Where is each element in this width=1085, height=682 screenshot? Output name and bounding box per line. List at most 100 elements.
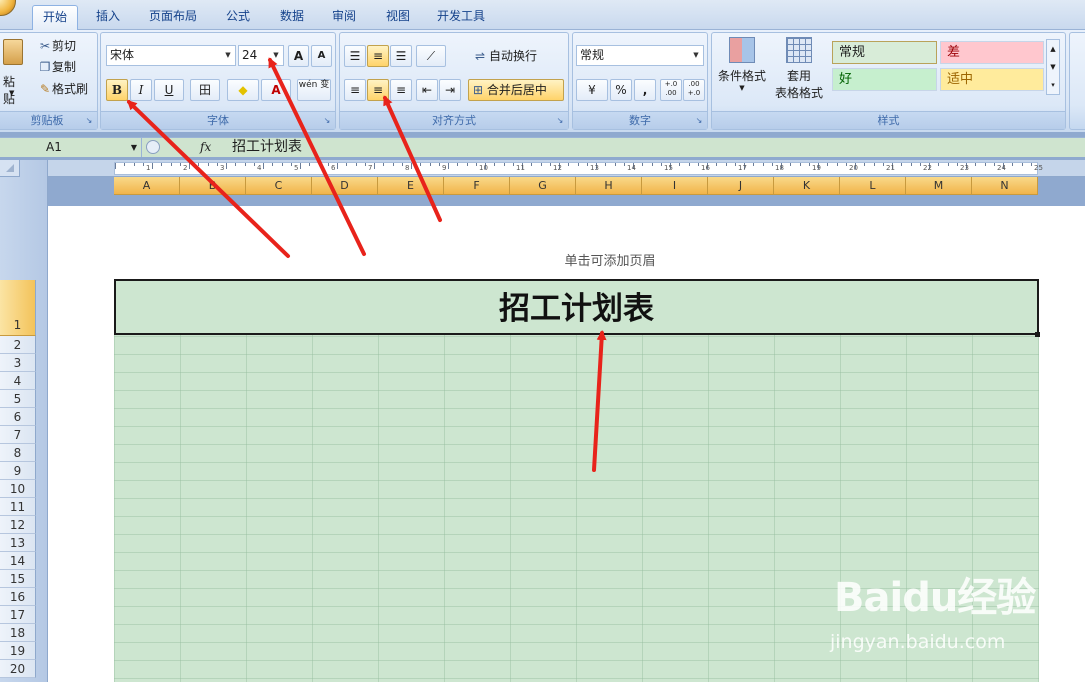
- fill-color-button[interactable]: ◆: [227, 79, 259, 101]
- number-format-combo[interactable]: 常规 ▼: [576, 45, 704, 66]
- merge-center-button[interactable]: ⊞ 合并后居中: [468, 79, 564, 101]
- tab-home[interactable]: 开始: [32, 5, 78, 30]
- select-all-corner[interactable]: [0, 160, 20, 177]
- ruler-number: 20: [849, 164, 858, 172]
- column-header-m[interactable]: M: [906, 177, 972, 195]
- style-good[interactable]: 好: [832, 68, 937, 91]
- insert-function-button[interactable]: fx: [200, 138, 211, 157]
- decrease-indent-button[interactable]: ⇤: [416, 79, 438, 101]
- row-header-6[interactable]: 6: [0, 408, 36, 426]
- column-header-d[interactable]: D: [312, 177, 378, 195]
- style-neutral[interactable]: 适中: [940, 68, 1044, 91]
- ruler-number: 2: [183, 164, 188, 172]
- conditional-format-button[interactable]: 条件格式 ▼: [714, 37, 770, 109]
- cut-button[interactable]: ✂ 剪切: [37, 36, 89, 57]
- tab-view[interactable]: 视图: [376, 5, 420, 30]
- phonetic-button[interactable]: wén 变: [297, 79, 331, 101]
- cell-a1-merged[interactable]: 招工计划表: [114, 279, 1039, 335]
- align-left-button[interactable]: ≡: [344, 79, 366, 101]
- font-group: 宋体 ▼ 24 ▼ A A B I U 田 ◆ A wén 变 字体 ↘: [100, 32, 336, 130]
- column-header-e[interactable]: E: [378, 177, 444, 195]
- style-bad[interactable]: 差: [940, 41, 1044, 64]
- increase-decimal-button[interactable]: +.0 .00: [660, 79, 682, 101]
- header-placeholder[interactable]: 单击可添加页眉: [540, 250, 680, 269]
- format-as-table-button[interactable]: 套用 表格格式: [768, 37, 830, 109]
- font-color-button[interactable]: A: [261, 79, 291, 101]
- row-header-7[interactable]: 7: [0, 426, 36, 444]
- style-normal[interactable]: 常规: [832, 41, 937, 64]
- row-header-8[interactable]: 8: [0, 444, 36, 462]
- grow-font-button[interactable]: A: [288, 45, 309, 67]
- column-header-n[interactable]: N: [972, 177, 1038, 195]
- dialog-launcher-icon[interactable]: ↘: [84, 116, 94, 126]
- row-header-1[interactable]: 1: [0, 280, 36, 336]
- align-top-button[interactable]: ☰: [344, 45, 366, 67]
- dialog-launcher-icon[interactable]: ↘: [694, 116, 704, 126]
- ruler-tick: [651, 163, 653, 166]
- copy-button[interactable]: ❐ 复制: [37, 57, 89, 78]
- column-header-i[interactable]: I: [642, 177, 708, 195]
- fill-handle[interactable]: [1035, 332, 1040, 337]
- increase-indent-button[interactable]: ⇥: [439, 79, 461, 101]
- row-header-16[interactable]: 16: [0, 588, 36, 606]
- column-header-b[interactable]: B: [180, 177, 246, 195]
- row-header-17[interactable]: 17: [0, 606, 36, 624]
- align-middle-button[interactable]: ≡: [367, 45, 389, 67]
- name-box[interactable]: A1 ▼: [0, 138, 142, 157]
- dialog-launcher-icon[interactable]: ↘: [555, 116, 565, 126]
- row-header-3[interactable]: 3: [0, 354, 36, 372]
- font-size-combo[interactable]: 24 ▼: [238, 45, 284, 66]
- formula-input[interactable]: 招工计划表: [222, 138, 1085, 157]
- column-header-j[interactable]: J: [708, 177, 774, 195]
- office-button[interactable]: [0, 0, 16, 16]
- align-center-button[interactable]: ≡: [367, 79, 389, 101]
- row-header-19[interactable]: 19: [0, 642, 36, 660]
- shrink-font-button[interactable]: A: [311, 45, 332, 67]
- currency-button[interactable]: ¥: [576, 79, 608, 101]
- paste-button[interactable]: 粘贴 ▼: [1, 37, 25, 106]
- column-header-k[interactable]: K: [774, 177, 840, 195]
- italic-button[interactable]: I: [130, 79, 152, 101]
- border-button[interactable]: 田: [190, 79, 220, 101]
- styles-gallery-scroll[interactable]: ▲ ▼ ▾: [1046, 39, 1060, 95]
- tab-formulas[interactable]: 公式: [216, 5, 260, 30]
- column-header-c[interactable]: C: [246, 177, 312, 195]
- dialog-launcher-icon[interactable]: ↘: [322, 116, 332, 126]
- column-header-a[interactable]: A: [114, 177, 180, 195]
- row-header-15[interactable]: 15: [0, 570, 36, 588]
- row-header-14[interactable]: 14: [0, 552, 36, 570]
- column-header-h[interactable]: H: [576, 177, 642, 195]
- row-header-9[interactable]: 9: [0, 462, 36, 480]
- row-header-10[interactable]: 10: [0, 480, 36, 498]
- row-header-2[interactable]: 2: [0, 336, 36, 354]
- column-header-g[interactable]: G: [510, 177, 576, 195]
- tab-review[interactable]: 审阅: [322, 5, 366, 30]
- row-header-4[interactable]: 4: [0, 372, 36, 390]
- bold-button[interactable]: B: [106, 79, 128, 101]
- wrap-text-button[interactable]: ⇌ 自动换行: [470, 46, 568, 67]
- row-header-11[interactable]: 11: [0, 498, 36, 516]
- column-header-l[interactable]: L: [840, 177, 906, 195]
- tab-page-layout[interactable]: 页面布局: [140, 5, 206, 30]
- expand-circle-icon[interactable]: [146, 140, 160, 154]
- tab-data[interactable]: 数据: [270, 5, 314, 30]
- ruler-tick: [1021, 163, 1023, 166]
- tab-developer[interactable]: 开发工具: [428, 5, 494, 30]
- row-header-12[interactable]: 12: [0, 516, 36, 534]
- tab-insert[interactable]: 插入: [86, 5, 130, 30]
- ruler-number: 4: [257, 164, 262, 172]
- row-header-20[interactable]: 20: [0, 660, 36, 678]
- font-name-combo[interactable]: 宋体 ▼: [106, 45, 236, 66]
- decrease-decimal-button[interactable]: .00 +.0: [683, 79, 705, 101]
- percent-button[interactable]: %: [610, 79, 632, 101]
- column-header-f[interactable]: F: [444, 177, 510, 195]
- underline-button[interactable]: U: [154, 79, 184, 101]
- orientation-button[interactable]: ⟋: [416, 45, 446, 67]
- align-bottom-button[interactable]: ☰: [390, 45, 412, 67]
- align-right-button[interactable]: ≡: [390, 79, 412, 101]
- comma-button[interactable]: ,: [634, 79, 656, 101]
- row-header-5[interactable]: 5: [0, 390, 36, 408]
- row-header-18[interactable]: 18: [0, 624, 36, 642]
- row-header-13[interactable]: 13: [0, 534, 36, 552]
- format-painter-button[interactable]: ✎ 格式刷: [37, 79, 97, 100]
